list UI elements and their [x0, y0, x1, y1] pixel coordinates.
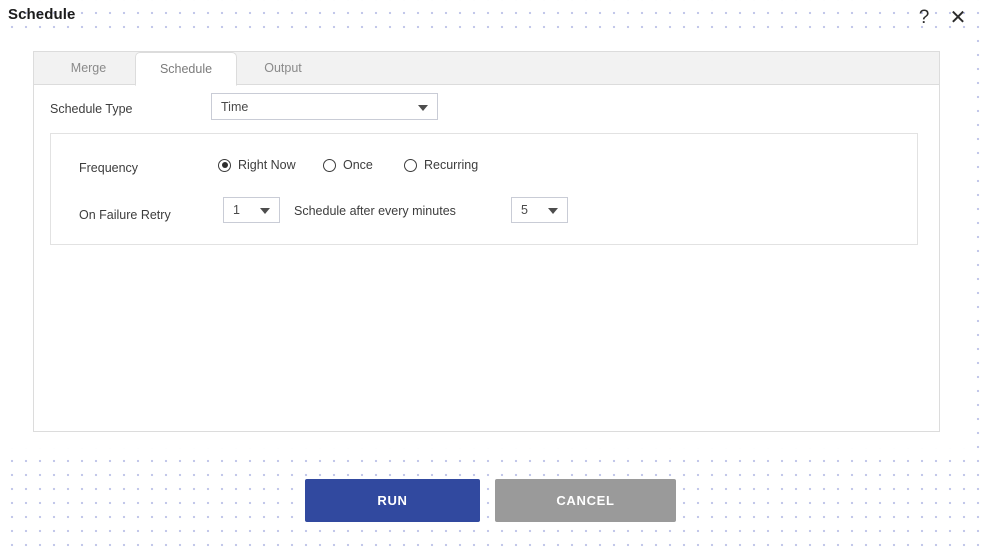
radio-right-now[interactable]: Right Now: [218, 158, 296, 172]
schedule-type-label: Schedule Type: [50, 102, 133, 116]
retry-count-select[interactable]: 1: [223, 197, 280, 223]
tab-content-schedule: Schedule Type Time Frequency Right Now O…: [34, 85, 939, 432]
on-failure-retry-label: On Failure Retry: [79, 208, 171, 222]
cancel-button[interactable]: CANCEL: [495, 479, 676, 522]
frequency-label: Frequency: [79, 161, 139, 175]
radio-selected-icon: [218, 158, 231, 172]
run-button[interactable]: RUN: [305, 479, 480, 522]
radio-unselected-icon: [323, 158, 336, 172]
page-title: Schedule: [8, 6, 76, 23]
interval-minutes-select[interactable]: 5: [511, 197, 568, 223]
help-icon[interactable]: ?: [913, 7, 935, 29]
radio-recurring[interactable]: Recurring: [404, 158, 478, 172]
radio-once[interactable]: Once: [323, 158, 373, 172]
tab-panel: Merge Schedule Output Schedule Type Time…: [33, 51, 940, 432]
radio-right-now-label: Right Now: [238, 158, 296, 172]
tab-merge[interactable]: Merge: [42, 52, 135, 85]
tab-strip: Merge Schedule Output: [34, 52, 939, 86]
dialog-card: Merge Schedule Output Schedule Type Time…: [8, 31, 972, 448]
schedule-interval-label: Schedule after every minutes: [294, 204, 456, 218]
close-icon[interactable]: ✕: [947, 7, 969, 29]
chevron-down-icon: [418, 104, 428, 111]
retry-count-value: 1: [233, 203, 240, 217]
tab-schedule[interactable]: Schedule: [135, 52, 237, 86]
dialog-title-bar: Schedule ? ✕: [0, 0, 981, 34]
tab-output[interactable]: Output: [237, 52, 329, 85]
footer-button-bar: RUN CANCEL: [0, 479, 981, 524]
chevron-down-icon: [260, 208, 270, 214]
frequency-panel: Frequency Right Now Once Recurring On Fa…: [50, 133, 918, 245]
interval-minutes-value: 5: [521, 203, 528, 217]
radio-once-label: Once: [343, 158, 373, 172]
chevron-down-icon: [548, 208, 558, 214]
radio-recurring-label: Recurring: [424, 158, 479, 172]
radio-unselected-icon: [404, 158, 417, 172]
schedule-type-value: Time: [221, 99, 249, 114]
schedule-type-select[interactable]: Time: [211, 93, 438, 120]
